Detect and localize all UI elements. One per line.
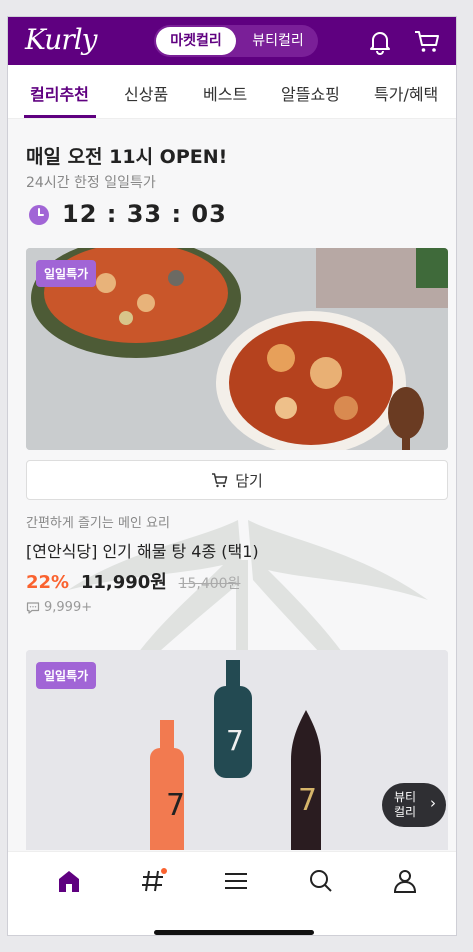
- product-price: 22% 11,990원 15,400원: [26, 568, 240, 594]
- deal-countdown: 12 : 33 : 03: [62, 200, 227, 228]
- app-header: Kurly 마켓컬리 뷰티컬리: [8, 17, 456, 65]
- review-count-value: 9,999+: [44, 600, 93, 615]
- hashtag-icon[interactable]: [138, 866, 168, 896]
- product-description: 간편하게 즐기는 메인 요리: [26, 516, 170, 531]
- beauty-button-line2: 컬리: [394, 805, 417, 819]
- user-icon[interactable]: [390, 866, 420, 896]
- segment-beauty-kurly[interactable]: 뷰티컬리: [238, 25, 318, 57]
- segment-market-kurly[interactable]: 마켓컬리: [156, 27, 236, 55]
- comment-icon: [26, 601, 40, 614]
- chevron-right-icon: ›: [430, 794, 436, 812]
- menu-icon[interactable]: [221, 866, 251, 896]
- cart-icon: [212, 473, 228, 488]
- original-price: 15,400원: [178, 576, 241, 592]
- category-tabs: 컬리추천 신상품 베스트 알뜰쇼핑 특가/혜택: [8, 65, 456, 119]
- sale-price: 11,990원: [80, 572, 167, 593]
- clock-icon: [29, 205, 49, 225]
- kurly-logo[interactable]: Kurly: [25, 23, 97, 56]
- home-icon[interactable]: [54, 866, 84, 896]
- app-frame: Kurly 마켓컬리 뷰티컬리 컬리추천 신상품 베스트 알뜰쇼핑 특가/혜택 …: [7, 16, 457, 936]
- market-segment-toggle[interactable]: 마켓컬리 뷰티컬리: [154, 25, 318, 57]
- deal-subtitle: 24시간 한정 일일특가: [26, 175, 156, 191]
- product-image-2[interactable]: 7 7 7 일일특가 뷰티 컬리 ›: [26, 650, 448, 850]
- add-to-cart-button[interactable]: 담기: [26, 460, 448, 500]
- bottom-navigation: [8, 851, 456, 935]
- daily-deal-badge-2: 일일특가: [36, 662, 97, 689]
- svg-text:7: 7: [166, 788, 185, 823]
- deal-title: 매일 오전 11시 OPEN!: [26, 146, 228, 168]
- bell-icon[interactable]: [366, 27, 394, 55]
- svg-text:7: 7: [226, 724, 244, 757]
- product-image[interactable]: 일일특가: [26, 248, 448, 450]
- home-indicator: [154, 930, 314, 935]
- tab-thrifty-shopping[interactable]: 알뜰쇼핑: [281, 81, 340, 105]
- tab-special-deals[interactable]: 특가/혜택: [374, 81, 438, 105]
- tab-best[interactable]: 베스트: [203, 81, 247, 105]
- review-count: 9,999+: [26, 600, 92, 615]
- beauty-kurly-button[interactable]: 뷰티 컬리 ›: [382, 783, 446, 827]
- discount-rate: 22%: [26, 572, 70, 593]
- daily-deal-badge: 일일특가: [36, 260, 97, 287]
- active-tab-indicator: [24, 115, 96, 118]
- product-name[interactable]: [연안식당] 인기 해물 탕 4종 (택1): [26, 538, 259, 562]
- search-icon[interactable]: [306, 866, 336, 896]
- tab-kurly-recommend[interactable]: 컬리추천: [30, 81, 89, 105]
- tab-new-products[interactable]: 신상품: [124, 81, 168, 105]
- add-to-cart-label: 담기: [235, 471, 263, 490]
- cart-icon[interactable]: [413, 27, 441, 55]
- main-content[interactable]: 매일 오전 11시 OPEN! 24시간 한정 일일특가 12 : 33 : 0…: [8, 120, 456, 850]
- svg-text:7: 7: [298, 783, 317, 818]
- beauty-button-line1: 뷰티: [394, 790, 417, 804]
